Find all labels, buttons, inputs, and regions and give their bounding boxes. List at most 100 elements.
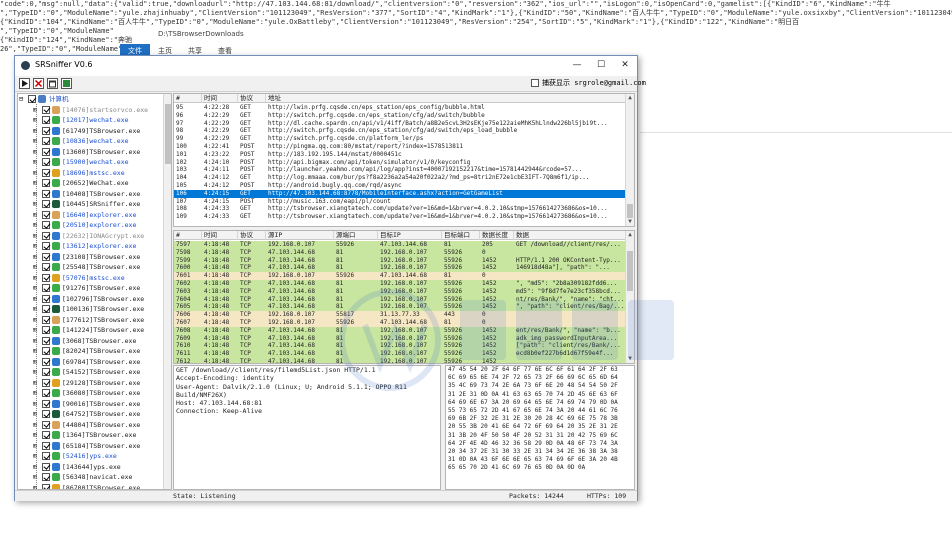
column-header[interactable]: 数据长度 bbox=[480, 231, 514, 240]
column-header[interactable]: 地址 bbox=[266, 94, 626, 103]
table-row[interactable]: 7604 4:18:48 TCP 47.103.144.68 81 192.168.0.1… bbox=[174, 295, 634, 304]
process-checkbox[interactable] bbox=[42, 147, 50, 156]
table-row[interactable]: 7612 4:18:48 TCP 47.103.144.68 81 192.168.0.1… bbox=[174, 358, 634, 363]
expand-icon[interactable]: ⊞ bbox=[33, 273, 37, 283]
process-checkbox[interactable] bbox=[42, 189, 50, 198]
tree-process-item[interactable]: ⊞ [52416]yps.exe bbox=[18, 451, 171, 462]
tree-process-item[interactable]: ⊞ [13612]explorer.exe bbox=[18, 241, 171, 252]
tree-process-item[interactable]: ⊞ [14076]startsorvco.exe bbox=[18, 105, 171, 116]
process-checkbox[interactable] bbox=[42, 368, 50, 376]
process-checkbox[interactable] bbox=[42, 431, 50, 439]
minimize-button[interactable]: — bbox=[565, 58, 589, 73]
expand-icon[interactable]: ⊞ bbox=[33, 367, 37, 377]
http-scroll-thumb[interactable] bbox=[627, 204, 633, 218]
column-header[interactable]: 源IP bbox=[266, 231, 334, 240]
table-row[interactable]: 107 4:24:15 POST http://music.163.com/eapi/… bbox=[174, 198, 634, 206]
clear-list-icon[interactable] bbox=[47, 78, 58, 89]
expand-icon[interactable]: ⊞ bbox=[33, 336, 37, 346]
http-table-scrollbar[interactable]: ▲ ▼ bbox=[625, 94, 634, 226]
explorer-address-bar[interactable]: D:\TSBrowserDownloads bbox=[158, 30, 244, 38]
table-row[interactable]: 7600 4:18:48 TCP 47.103.144.68 81 192.168.0.1… bbox=[174, 264, 634, 273]
tree-process-item[interactable]: ⊞ [91276]TSBrowser.exe bbox=[18, 283, 171, 294]
expand-icon[interactable]: ⊞ bbox=[33, 346, 37, 356]
tree-process-item[interactable]: ⊞ [141224]TSBrowser.exe bbox=[18, 325, 171, 336]
expand-icon[interactable]: ⊞ bbox=[33, 105, 37, 115]
process-checkbox[interactable] bbox=[42, 210, 50, 219]
table-row[interactable]: 104 4:24:12 GET http://log.mmaaa.com/bur/ps… bbox=[174, 174, 634, 182]
process-checkbox[interactable] bbox=[42, 116, 50, 124]
column-header[interactable]: 源端口 bbox=[334, 231, 378, 240]
table-row[interactable]: 105 4:24:12 POST http://android.bugly.qq.co… bbox=[174, 182, 634, 190]
column-header[interactable]: 数据 bbox=[514, 231, 626, 240]
hex-view-pane[interactable]: 47 45 54 20 2F 64 6F 77 6E 6C 6F 61 64 2… bbox=[445, 365, 635, 490]
expand-icon[interactable]: ⊞ bbox=[33, 483, 37, 490]
table-row[interactable]: 102 4:24:10 POST http://api.bigmax.com/api/… bbox=[174, 159, 634, 167]
tree-root-checkbox[interactable] bbox=[28, 95, 36, 103]
tree-process-item[interactable]: ⊞ [13600]TSBrowser.exe bbox=[18, 147, 171, 158]
tree-process-item[interactable]: ⊞ [57076]mstsc.exe bbox=[18, 273, 171, 284]
tree-process-item[interactable]: ⊞ [177612]TSBrowser.exe bbox=[18, 315, 171, 326]
process-checkbox[interactable] bbox=[42, 452, 50, 460]
expand-icon[interactable]: ⊞ bbox=[33, 262, 37, 272]
table-row[interactable]: 99 4:22:29 GET http://switch.prfg.cqsde.cn/… bbox=[174, 135, 634, 143]
tree-process-item[interactable]: ⊞ [90016]TSBrowser.exe bbox=[18, 399, 171, 410]
table-row[interactable]: 95 4:22:28 GET http://lwin.prfg.cqsde.cn/ep… bbox=[174, 104, 634, 112]
table-row[interactable]: 98 4:22:29 GET http://switch.prfg.cqsde.cn/… bbox=[174, 127, 634, 135]
process-checkbox[interactable] bbox=[42, 273, 50, 282]
process-checkbox[interactable] bbox=[42, 284, 50, 292]
tree-process-item[interactable]: ⊞ [61749]TSBrowser.exe bbox=[18, 126, 171, 137]
tree-process-item[interactable]: ⊞ [12017]wechat.exe bbox=[18, 115, 171, 126]
process-checkbox[interactable] bbox=[42, 473, 50, 481]
start-capture-icon[interactable] bbox=[19, 78, 30, 89]
http-request-table[interactable]: # 时间 协议 地址 95 4:22:28 GET http://lwin.prfg.cqs… bbox=[173, 93, 635, 227]
table-row[interactable]: 7607 4:18:48 TCP 192.168.0.107 55926 47.103.1… bbox=[174, 319, 634, 327]
tcp-scroll-thumb[interactable] bbox=[627, 251, 633, 291]
tcp-table-scrollbar[interactable]: ▲ ▼ bbox=[625, 231, 634, 363]
tree-process-item[interactable]: ⊞ [1364]TSBrowser.exe bbox=[18, 430, 171, 441]
tree-process-item[interactable]: ⊞ [10408]TSBrowser.exe bbox=[18, 189, 171, 200]
expand-icon[interactable]: ⊞ bbox=[33, 241, 37, 251]
expand-icon[interactable]: ⊞ bbox=[33, 378, 37, 388]
tree-process-item[interactable]: ⊞ [56348]navicat.exe bbox=[18, 472, 171, 483]
scroll-down-icon[interactable]: ▼ bbox=[626, 355, 634, 363]
tree-process-item[interactable]: ⊞ [143644]yps.exe bbox=[18, 462, 171, 473]
process-checkbox[interactable] bbox=[42, 326, 50, 334]
expand-icon[interactable]: ⊞ bbox=[33, 147, 37, 157]
table-row[interactable]: 7610 4:18:48 TCP 47.103.144.68 81 192.168.0.1… bbox=[174, 342, 634, 351]
column-header[interactable]: 时间 bbox=[202, 231, 238, 240]
tree-scrollbar[interactable] bbox=[163, 94, 171, 489]
expand-icon[interactable]: ⊞ bbox=[33, 157, 37, 167]
expand-icon[interactable]: ⊞ bbox=[33, 399, 37, 409]
tree-process-item[interactable]: ⊞ [54152]TSBrowser.exe bbox=[18, 367, 171, 378]
process-checkbox[interactable] bbox=[42, 242, 50, 250]
column-header[interactable]: 协议 bbox=[238, 231, 266, 240]
tree-process-item[interactable]: ⊞ [44804]TSBrowser.exe bbox=[18, 420, 171, 431]
scroll-up-icon[interactable]: ▲ bbox=[626, 231, 634, 239]
expand-icon[interactable]: ⊞ bbox=[33, 294, 37, 304]
process-tree[interactable]: ⊟ 计算机 ⊞ [14076]startsorvco.exe ⊞ [12017]wec… bbox=[17, 93, 172, 490]
expand-icon[interactable]: ⊞ bbox=[33, 472, 37, 482]
expand-icon[interactable]: ⊞ bbox=[33, 210, 37, 220]
column-header[interactable]: # bbox=[174, 231, 202, 240]
table-row[interactable]: 100 4:22:41 POST http://pingma.qq.com:80/ms… bbox=[174, 143, 634, 151]
tree-root-computer[interactable]: ⊟ 计算机 bbox=[18, 94, 171, 105]
process-checkbox[interactable] bbox=[42, 441, 50, 450]
expand-icon[interactable]: ⊞ bbox=[33, 115, 37, 125]
expand-icon[interactable]: ⊞ bbox=[33, 252, 37, 262]
tree-process-item[interactable]: ⊞ [100136]TSBrowser.exe bbox=[18, 304, 171, 315]
tree-process-item[interactable]: ⊞ [3068]TSBrowser.exe bbox=[18, 336, 171, 347]
process-checkbox[interactable] bbox=[42, 420, 50, 429]
process-checkbox[interactable] bbox=[42, 137, 50, 145]
table-row[interactable]: 103 4:24:11 POST http://launcher.yeahmo.com… bbox=[174, 166, 634, 174]
tree-process-item[interactable]: ⊞ [16640]explorer.exe bbox=[18, 210, 171, 221]
table-row[interactable]: 7603 4:18:48 TCP 47.103.144.68 81 192.168.0.1… bbox=[174, 287, 634, 296]
process-checkbox[interactable] bbox=[42, 336, 50, 345]
process-checkbox[interactable] bbox=[42, 347, 50, 355]
expand-icon[interactable]: ⊞ bbox=[33, 462, 37, 472]
expand-icon[interactable]: ⊞ bbox=[33, 231, 37, 241]
table-row[interactable]: 101 4:23:22 POST http://183.192.195.144/mst… bbox=[174, 151, 634, 159]
table-row[interactable]: 7599 4:18:48 TCP 47.103.144.68 81 192.168.0.1… bbox=[174, 256, 634, 265]
process-checkbox[interactable] bbox=[42, 399, 50, 408]
process-checkbox[interactable] bbox=[42, 263, 50, 271]
expand-icon[interactable]: ⊞ bbox=[33, 168, 37, 178]
